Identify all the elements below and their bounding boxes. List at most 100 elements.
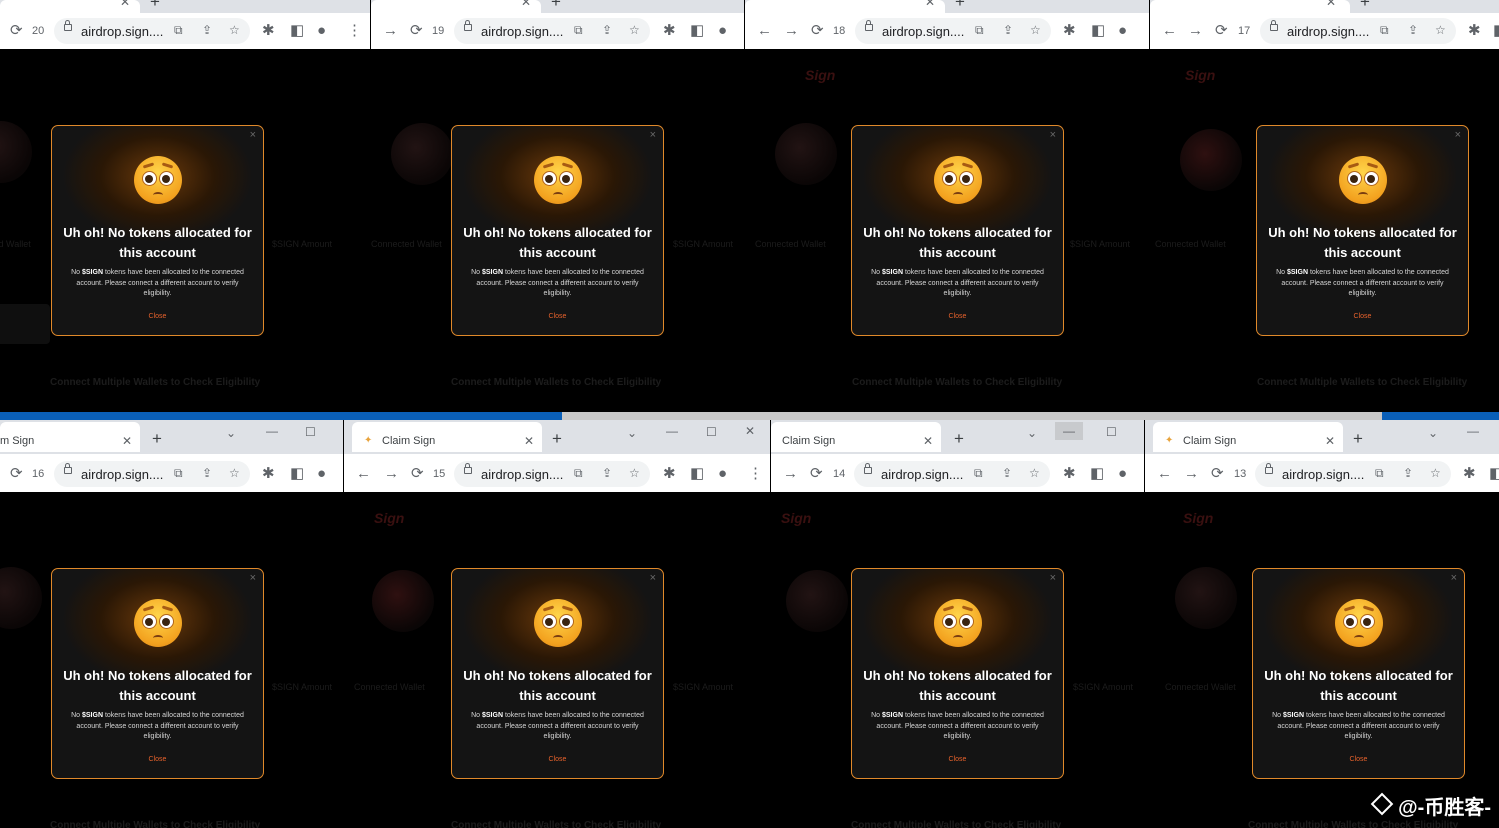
side-panel-icon[interactable]: ◧ <box>1489 466 1499 482</box>
new-tab-button[interactable]: + <box>150 0 160 12</box>
share-icon[interactable]: ⇪ <box>202 23 212 37</box>
modal-close-icon[interactable]: × <box>1050 572 1056 584</box>
profile-icon[interactable]: ● <box>317 466 326 482</box>
extensions-icon[interactable]: ✱ <box>663 466 676 482</box>
translate-icon[interactable]: ⧉ <box>975 23 984 38</box>
back-icon[interactable]: ← <box>1157 466 1172 482</box>
extensions-icon[interactable]: ✱ <box>1468 23 1481 39</box>
translate-icon[interactable]: ⧉ <box>174 466 183 481</box>
reload-icon[interactable]: ⟳ <box>410 23 423 39</box>
extensions-icon[interactable]: ✱ <box>262 23 275 39</box>
tab-close-icon[interactable]: ✕ <box>122 434 132 448</box>
minimize-icon[interactable]: — <box>666 424 678 438</box>
side-panel-icon[interactable]: ◧ <box>690 466 704 482</box>
new-tab-button[interactable]: + <box>1353 429 1363 449</box>
extensions-icon[interactable]: ✱ <box>1463 466 1476 482</box>
share-icon[interactable]: ⇪ <box>1003 23 1013 37</box>
tab-claim-sign[interactable]: Claim Sign ✕ <box>771 422 941 452</box>
address-bar[interactable]: airdrop.sign.... ⧉ ⇪ ☆ <box>1260 18 1456 44</box>
reload-icon[interactable]: ⟳ <box>1211 466 1224 482</box>
tab-claim-sign[interactable]: ✦ Claim Sign ✕ <box>352 422 542 452</box>
close-button[interactable]: Close <box>1253 756 1464 763</box>
extensions-icon[interactable]: ✱ <box>262 466 275 482</box>
tab-claim-sign[interactable]: ✕ <box>1150 0 1350 13</box>
forward-icon[interactable]: → <box>384 466 399 482</box>
new-tab-button[interactable]: + <box>1360 0 1370 12</box>
share-icon[interactable]: ⇪ <box>602 466 612 480</box>
tab-claim-sign[interactable]: ✦ Claim Sign ✕ <box>1153 422 1343 452</box>
modal-close-icon[interactable]: × <box>650 572 656 584</box>
close-button[interactable]: Close <box>852 756 1063 763</box>
maximize-icon[interactable]: ☐ <box>305 425 316 439</box>
modal-close-icon[interactable]: × <box>1050 129 1056 141</box>
close-button[interactable]: Close <box>1257 313 1468 320</box>
tab-close-icon[interactable]: ✕ <box>521 0 531 9</box>
tab-claim-sign[interactable]: ✕ <box>745 0 945 13</box>
minimize-icon[interactable]: — <box>1467 424 1479 438</box>
bookmark-star-icon[interactable]: ☆ <box>1435 23 1446 37</box>
side-panel-icon[interactable]: ◧ <box>1493 23 1499 39</box>
extensions-icon[interactable]: ✱ <box>1063 23 1076 39</box>
forward-icon[interactable]: → <box>1184 466 1199 482</box>
maximize-icon[interactable]: ☐ <box>1106 425 1117 439</box>
address-bar[interactable]: airdrop.sign.... ⧉ ⇪ ☆ <box>854 461 1050 487</box>
extensions-icon[interactable]: ✱ <box>663 23 676 39</box>
bookmark-star-icon[interactable]: ☆ <box>1030 23 1041 37</box>
share-icon[interactable]: ⇪ <box>1408 23 1418 37</box>
new-tab-button[interactable]: + <box>954 429 964 449</box>
modal-close-icon[interactable]: × <box>1455 129 1461 141</box>
forward-icon[interactable]: → <box>383 23 398 39</box>
profile-icon[interactable]: ● <box>1118 466 1127 482</box>
reload-icon[interactable]: ⟳ <box>1215 23 1228 39</box>
tab-close-icon[interactable]: ✕ <box>120 0 130 9</box>
tab-close-icon[interactable]: ✕ <box>1326 0 1336 9</box>
tab-close-icon[interactable]: ✕ <box>524 434 534 448</box>
bookmark-star-icon[interactable]: ☆ <box>229 466 240 480</box>
address-bar[interactable]: airdrop.sign.... ⧉ ⇪ ☆ <box>855 18 1051 44</box>
reload-icon[interactable]: ⟳ <box>411 466 424 482</box>
side-panel-icon[interactable]: ◧ <box>1090 466 1104 482</box>
side-panel-icon[interactable]: ◧ <box>290 23 304 39</box>
new-tab-button[interactable]: + <box>955 0 965 12</box>
new-tab-button[interactable]: + <box>552 429 562 449</box>
translate-icon[interactable]: ⧉ <box>974 466 983 481</box>
menu-icon[interactable]: ⋮ <box>347 23 362 39</box>
profile-icon[interactable]: ● <box>718 23 727 39</box>
tab-search-icon[interactable]: ⌄ <box>226 426 236 440</box>
tab-search-icon[interactable]: ⌄ <box>627 426 637 440</box>
profile-icon[interactable]: ● <box>718 466 727 482</box>
close-button[interactable]: Close <box>52 756 263 763</box>
tab-search-icon[interactable]: ⌄ <box>1027 426 1037 440</box>
share-icon[interactable]: ⇪ <box>202 466 212 480</box>
extensions-icon[interactable]: ✱ <box>1063 466 1076 482</box>
reload-icon[interactable]: ⟳ <box>10 23 23 39</box>
close-button[interactable]: Close <box>852 313 1063 320</box>
share-icon[interactable]: ⇪ <box>1002 466 1012 480</box>
profile-icon[interactable]: ● <box>1118 23 1127 39</box>
profile-icon[interactable]: ● <box>317 23 326 39</box>
forward-icon[interactable]: → <box>1188 23 1203 39</box>
tab-close-icon[interactable]: ✕ <box>925 0 935 9</box>
address-bar[interactable]: airdrop.sign.... ⧉ ⇪ ☆ <box>1255 461 1451 487</box>
maximize-icon[interactable]: ☐ <box>706 425 717 439</box>
modal-close-icon[interactable]: × <box>250 572 256 584</box>
address-bar[interactable]: airdrop.sign.... ⧉ ⇪ ☆ <box>454 461 650 487</box>
new-tab-button[interactable]: + <box>152 429 162 449</box>
tab-close-icon[interactable]: ✕ <box>923 434 933 448</box>
translate-icon[interactable]: ⧉ <box>1375 466 1384 481</box>
menu-icon[interactable]: ⋮ <box>748 466 763 482</box>
reload-icon[interactable]: ⟳ <box>810 466 823 482</box>
forward-icon[interactable]: → <box>784 23 799 39</box>
address-bar[interactable]: airdrop.sign.... ⧉ ⇪ ☆ <box>454 18 650 44</box>
modal-close-icon[interactable]: × <box>250 129 256 141</box>
translate-icon[interactable]: ⧉ <box>574 23 583 38</box>
close-button[interactable]: Close <box>52 313 263 320</box>
address-bar[interactable]: airdrop.sign.... ⧉ ⇪ ☆ <box>54 461 250 487</box>
close-button[interactable]: Close <box>452 313 663 320</box>
share-icon[interactable]: ⇪ <box>1403 466 1413 480</box>
tab-claim-sign[interactable]: m Sign ✕ <box>0 422 140 452</box>
modal-close-icon[interactable]: × <box>650 129 656 141</box>
bookmark-star-icon[interactable]: ☆ <box>229 23 240 37</box>
tab-close-icon[interactable]: ✕ <box>1325 434 1335 448</box>
tab-search-icon[interactable]: ⌄ <box>1428 426 1438 440</box>
